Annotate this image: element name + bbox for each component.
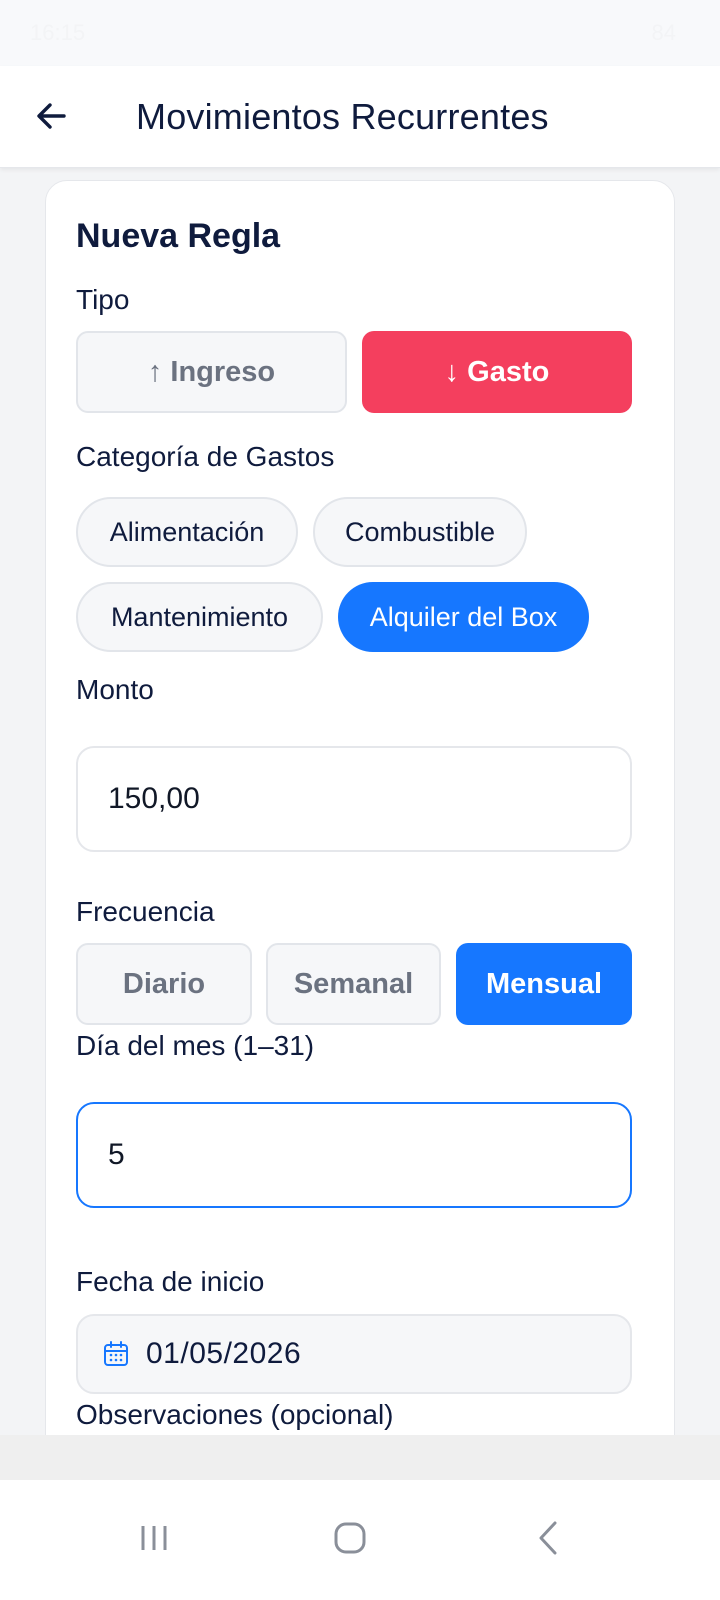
- category-chip-mantenimiento[interactable]: Mantenimiento: [76, 582, 323, 652]
- start-date-label: Fecha de inicio: [76, 1266, 265, 1297]
- calendar-icon: [104, 1341, 128, 1366]
- tipo-label: Tipo: [76, 284, 130, 315]
- type-expense-button[interactable]: ↓ Gasto: [362, 331, 632, 413]
- status-time: 16:15: [30, 20, 86, 45]
- page-title: Movimientos Recurrentes: [136, 96, 549, 137]
- home-icon[interactable]: [320, 1508, 380, 1568]
- frequency-monthly-button[interactable]: Mensual: [456, 943, 632, 1025]
- recents-icon[interactable]: [124, 1508, 184, 1568]
- card-title: Nueva Regla: [76, 217, 281, 255]
- category-chip-combustible[interactable]: Combustible: [313, 497, 527, 567]
- new-rule-card: Nueva Regla Tipo ↑ Ingreso ↓ Gasto Categ…: [45, 180, 675, 1470]
- day-of-month-label: Día del mes (1–31): [76, 1030, 315, 1061]
- amount-input[interactable]: 150,00: [76, 746, 632, 852]
- day-of-month-input[interactable]: 5: [76, 1102, 632, 1208]
- system-nav-bar: [0, 1480, 720, 1600]
- category-label: Categoría de Gastos: [76, 441, 335, 472]
- back-icon[interactable]: [518, 1508, 578, 1568]
- status-bar: 16:15 84: [0, 0, 720, 66]
- app-bar: Movimientos Recurrentes: [0, 66, 720, 168]
- frequency-label: Frecuencia: [76, 896, 215, 927]
- category-chip-alimentacion[interactable]: Alimentación: [76, 497, 298, 567]
- frequency-daily-button[interactable]: Diario: [76, 943, 252, 1025]
- amount-label: Monto: [76, 674, 154, 705]
- notes-label: Observaciones (opcional): [76, 1399, 394, 1430]
- start-date-field[interactable]: 01/05/2026: [76, 1314, 632, 1394]
- bottom-overlay: [0, 1435, 720, 1480]
- start-date-value: 01/05/2026: [146, 1337, 302, 1370]
- back-arrow-icon[interactable]: [30, 94, 74, 138]
- frequency-weekly-button[interactable]: Semanal: [266, 943, 441, 1025]
- status-battery: 84: [651, 20, 676, 45]
- category-chip-alquiler-box[interactable]: Alquiler del Box: [338, 582, 589, 652]
- type-income-button[interactable]: ↑ Ingreso: [76, 331, 347, 413]
